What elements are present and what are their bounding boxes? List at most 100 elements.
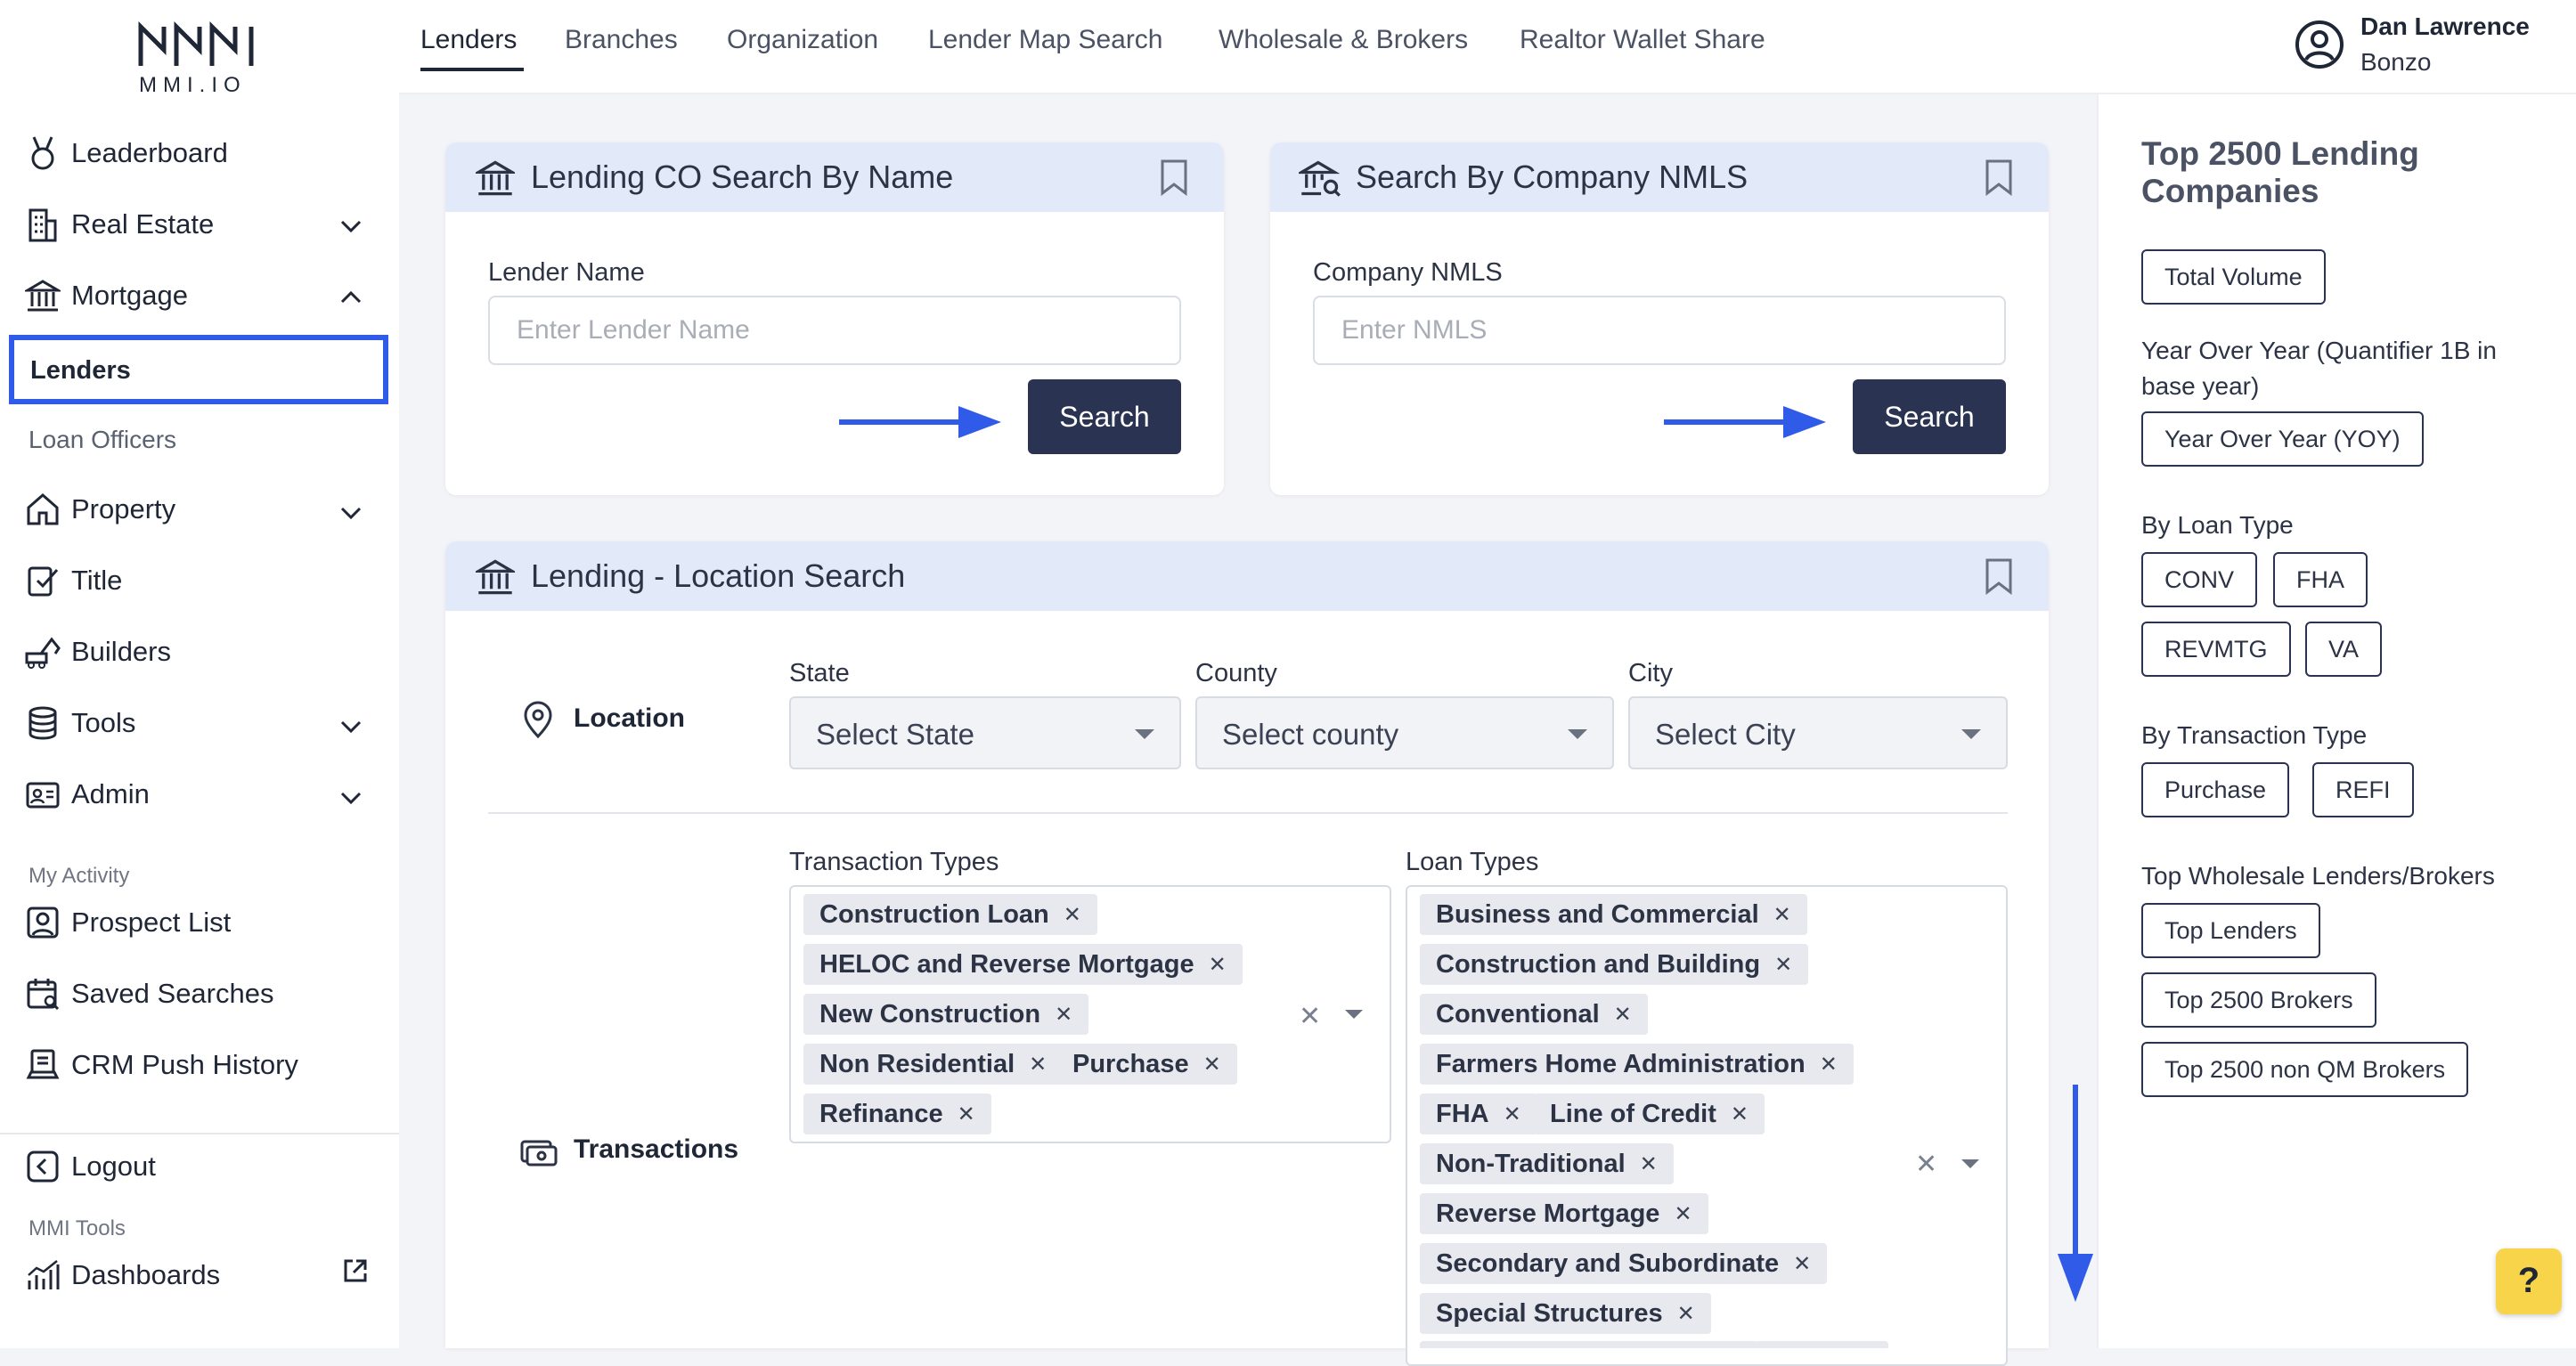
loan-type-chip[interactable]: Farmers Home Administration ✕ (1420, 1044, 1854, 1085)
tab-branches[interactable]: Branches (565, 25, 678, 55)
yoy-button[interactable]: Year Over Year (YOY) (2141, 411, 2424, 467)
fha-button[interactable]: FHA (2273, 552, 2368, 607)
remove-icon[interactable]: ✕ (1055, 1002, 1072, 1028)
sidebar-item-tools[interactable]: Tools (23, 696, 135, 750)
loan-type-chip[interactable]: Construction and Building ✕ (1420, 944, 1809, 985)
search-by-name-button[interactable]: Search (1028, 379, 1181, 454)
sidebar-item-admin[interactable]: Admin (23, 768, 150, 821)
top-2500-non-qm-brokers-button[interactable]: Top 2500 non QM Brokers (2141, 1042, 2469, 1097)
section-label-mmi-tools: MMI Tools (29, 1216, 126, 1240)
remove-icon[interactable]: ✕ (1677, 1301, 1695, 1327)
bank-icon (476, 159, 515, 198)
database-icon (23, 703, 62, 743)
clear-all-icon[interactable]: ✕ (1915, 1149, 1937, 1180)
remove-icon[interactable]: ✕ (1064, 902, 1081, 928)
sidebar-item-property[interactable]: Property (23, 483, 175, 536)
lender-name-input[interactable] (488, 296, 1181, 365)
remove-icon[interactable]: ✕ (1614, 1002, 1632, 1028)
clear-all-icon[interactable]: ✕ (1299, 1001, 1321, 1032)
transaction-type-chip[interactable]: Construction Loan ✕ (803, 894, 1097, 935)
tab-organization[interactable]: Organization (727, 25, 878, 55)
sidebar-item-dashboards[interactable]: Dashboards (23, 1248, 220, 1302)
bank-icon (23, 276, 62, 315)
chevron-down-icon[interactable] (335, 497, 367, 529)
lender-name-search-card: Lending CO Search By Name Lender Name Se… (445, 142, 1224, 495)
search-by-nmls-button[interactable]: Search (1853, 379, 2006, 454)
sidebar-item-real-estate[interactable]: Real Estate (23, 198, 214, 251)
remove-icon[interactable]: ✕ (1640, 1151, 1658, 1177)
revmtg-button[interactable]: REVMTG (2141, 622, 2291, 677)
county-select-value: Select county (1222, 718, 1399, 751)
tab-lenders[interactable]: Lenders (420, 25, 517, 55)
logo-mark-icon (138, 20, 254, 66)
top-lenders-button[interactable]: Top Lenders (2141, 903, 2320, 958)
tab-realtor-wallet-share[interactable]: Realtor Wallet Share (1520, 25, 1765, 55)
bookmark-icon[interactable] (1158, 159, 1190, 196)
remove-icon[interactable]: ✕ (1209, 952, 1227, 978)
remove-icon[interactable]: ✕ (1773, 902, 1791, 928)
sidebar-item-saved-searches[interactable]: Saved Searches (23, 967, 273, 1020)
loan-type-chip[interactable]: Reverse Mortgage ✕ (1420, 1193, 1708, 1234)
remove-icon[interactable]: ✕ (1793, 1251, 1811, 1277)
caret-down-icon[interactable] (1345, 1010, 1363, 1019)
remove-icon[interactable]: ✕ (958, 1102, 975, 1127)
state-select[interactable]: Select State (789, 696, 1181, 769)
help-button[interactable]: ? (2496, 1248, 2562, 1314)
remove-icon[interactable]: ✕ (1674, 1201, 1692, 1227)
caret-down-icon[interactable] (1961, 1159, 1979, 1168)
logo[interactable]: MMI.IO (134, 20, 258, 97)
sidebar-item-label: Mortgage (71, 280, 188, 311)
caret-down-icon (1961, 729, 1981, 739)
purchase-button[interactable]: Purchase (2141, 762, 2290, 817)
transaction-type-chip[interactable]: Purchase ✕ (1056, 1044, 1237, 1085)
sidebar-item-builders[interactable]: Builders (23, 625, 171, 679)
transaction-type-chip[interactable]: Refinance ✕ (803, 1094, 991, 1134)
remove-icon[interactable]: ✕ (1731, 1102, 1749, 1127)
top-2500-brokers-button[interactable]: Top 2500 Brokers (2141, 972, 2376, 1028)
bookmark-icon[interactable] (1983, 557, 2015, 595)
help-icon: ? (2517, 1261, 2540, 1300)
conv-button[interactable]: CONV (2141, 552, 2258, 607)
sidebar-item-loan-officers[interactable]: Loan Officers (29, 426, 176, 454)
transaction-type-chip[interactable]: HELOC and Reverse Mortgage ✕ (803, 944, 1243, 985)
remove-icon[interactable]: ✕ (1504, 1102, 1521, 1127)
chevron-down-icon[interactable] (335, 782, 367, 814)
loan-type-chip[interactable]: Business and Commercial ✕ (1420, 894, 1807, 935)
city-select[interactable]: Select City (1628, 696, 2008, 769)
company-nmls-input[interactable] (1313, 296, 2006, 365)
remove-icon[interactable]: ✕ (1029, 1052, 1047, 1077)
sidebar-item-mortgage[interactable]: Mortgage (23, 269, 188, 322)
sidebar-item-lenders[interactable]: Lenders (9, 335, 388, 404)
sidebar-item-crm-push-history[interactable]: CRM Push History (23, 1038, 298, 1092)
chevron-down-icon[interactable] (335, 711, 367, 743)
remove-icon[interactable]: ✕ (1774, 952, 1792, 978)
transaction-type-chip[interactable]: New Construction ✕ (803, 994, 1089, 1035)
city-label: City (1628, 659, 1673, 687)
chevron-down-icon[interactable] (335, 210, 367, 242)
total-volume-button[interactable]: Total Volume (2141, 249, 2326, 305)
remove-icon[interactable]: ✕ (1820, 1052, 1838, 1077)
loan-type-chip[interactable]: Special Structures ✕ (1420, 1293, 1711, 1334)
tab-wholesale-brokers[interactable]: Wholesale & Brokers (1219, 25, 1468, 55)
user-avatar-icon[interactable] (2295, 20, 2344, 69)
city-select-value: Select City (1655, 718, 1796, 751)
refi-button[interactable]: REFI (2312, 762, 2414, 817)
bookmark-icon[interactable] (1983, 159, 2015, 196)
tab-lender-map-search[interactable]: Lender Map Search (928, 25, 1163, 55)
sidebar-item-prospect-list[interactable]: Prospect List (23, 896, 231, 949)
county-select[interactable]: Select county (1195, 696, 1614, 769)
sidebar-item-title[interactable]: Title (23, 554, 122, 607)
loan-type-chip[interactable]: Secondary and Subordinate ✕ (1420, 1243, 1828, 1284)
right-panel-title: Top 2500 Lending Companies (2141, 135, 2419, 209)
loan-type-chip[interactable]: Conventional ✕ (1420, 994, 1648, 1035)
chevron-up-icon[interactable] (335, 281, 367, 313)
loan-type-chip[interactable]: Line of Credit ✕ (1534, 1094, 1765, 1134)
transaction-type-chip[interactable]: Non Residential ✕ (803, 1044, 1064, 1085)
sidebar-item-logout[interactable]: Logout (23, 1140, 156, 1193)
loan-type-chip[interactable]: Non-Traditional ✕ (1420, 1143, 1674, 1184)
external-link-icon[interactable] (342, 1257, 369, 1284)
loan-type-chip[interactable]: FHA ✕ (1420, 1094, 1537, 1134)
remove-icon[interactable]: ✕ (1203, 1052, 1221, 1077)
va-button[interactable]: VA (2305, 622, 2383, 677)
sidebar-item-leaderboard[interactable]: Leaderboard (23, 126, 228, 180)
